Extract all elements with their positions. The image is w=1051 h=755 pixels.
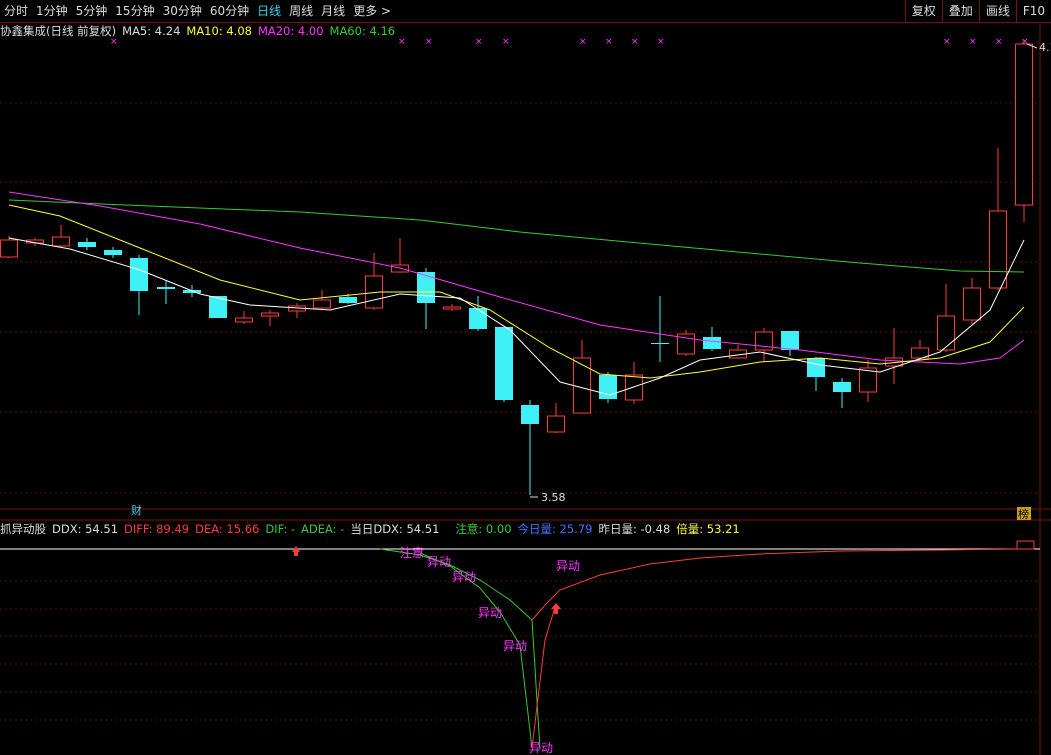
candle-body-up [573, 357, 591, 414]
candle-body-up [261, 312, 279, 317]
candle-body-down [157, 287, 175, 289]
indicator-legend: 抓异动股 DDX: 54.51 DIFF: 89.49 DEA: 15.66 D… [0, 521, 740, 537]
candle-body-up [52, 236, 70, 247]
candle-body-up [443, 306, 461, 310]
candle-body-down [469, 308, 487, 329]
signal-x-marker: × [657, 37, 665, 47]
candle-body-down [521, 405, 539, 424]
candle-body-down [703, 337, 721, 349]
anomaly-label: 异动 [478, 606, 502, 620]
candle-body-up [1015, 43, 1033, 206]
ma60-value: MA60: 4.16 [329, 24, 396, 38]
anomaly-label: 异动 [529, 741, 553, 755]
candle-body-up [235, 317, 253, 323]
ma5-value: MA5: 4.24 [122, 24, 181, 38]
cai-marker: 财 [131, 503, 142, 517]
up-arrow-icon [292, 546, 300, 556]
candle-body-up [547, 415, 565, 433]
signal-x-marker: × [475, 37, 483, 47]
candle-body-down [78, 242, 96, 247]
anomaly-label: 异动 [556, 559, 580, 573]
yesterday-volume-value: 昨日量: -0.48 [598, 522, 671, 536]
signal-x-marker: × [605, 37, 613, 47]
ma20-value: MA20: 4.00 [257, 24, 324, 38]
anomaly-label: 异动 [427, 555, 451, 569]
ma10-line [8, 204, 1025, 379]
high-price-label: 4.1 [1039, 41, 1051, 54]
signal-x-marker: × [1021, 37, 1029, 47]
signal-x-marker: × [398, 37, 406, 47]
candle-body-up [989, 210, 1007, 289]
candle-body-down [781, 331, 799, 350]
candle-body-down [807, 358, 825, 377]
anomaly-label: 异动 [452, 570, 476, 584]
candle-body-down [495, 327, 513, 400]
signal-x-marker: × [631, 37, 639, 47]
candle-body-down [833, 382, 851, 392]
ma60-line [8, 199, 1025, 273]
candle-body-down [130, 258, 148, 291]
stock-title: 协鑫集成(日线 前复权) [0, 24, 117, 38]
attention-value: 注意: 0.00 [455, 522, 512, 536]
signal-x-marker: × [995, 37, 1003, 47]
signal-x-marker: × [943, 37, 951, 47]
candle-body-up [963, 287, 981, 321]
anomaly-label: 异动 [503, 639, 527, 653]
adea-value: ADEA: - [301, 522, 345, 536]
attention-label: 注意 [400, 545, 424, 560]
diff-value: DIFF: 89.49 [124, 522, 190, 536]
dif-value: DIF: - [265, 522, 295, 536]
candle-body-up [625, 374, 643, 401]
candle-body-up [937, 315, 955, 351]
low-price-label: 3.58 [541, 491, 566, 504]
signal-x-marker: × [969, 37, 977, 47]
price-legend: 协鑫集成(日线 前复权) MA5: 4.24 MA10: 4.08 MA20: … [0, 23, 395, 39]
indicator-name[interactable]: 抓异动股 [0, 521, 46, 537]
ddx-value: DDX: 54.51 [52, 522, 119, 536]
signal-x-marker: × [502, 37, 510, 47]
today-volume-value: 今日量: 25.79 [517, 522, 593, 536]
day-ddx-value: 当日DDX: 54.51 [350, 522, 440, 536]
up-arrow-icon [551, 603, 561, 614]
signal-x-marker: × [579, 37, 587, 47]
candle-body-down [339, 297, 357, 303]
ma10-value: MA10: 4.08 [186, 24, 252, 38]
candle-body-down [599, 375, 617, 399]
candle-body-up [313, 299, 331, 309]
bang-marker: 榜 [1018, 507, 1029, 521]
candle-body-down [651, 343, 669, 344]
dea-value: DEA: 15.66 [195, 522, 260, 536]
volume-bar [1016, 540, 1035, 550]
candle-body-up [0, 239, 18, 258]
signal-x-marker: × [425, 37, 433, 47]
candle-body-down [104, 250, 122, 255]
kline-chart[interactable]: ×××××××××××××3.584.1财榜注意异动异动异动异动异动异动 [0, 0, 1051, 755]
candle-body-down [417, 272, 435, 303]
ratio-value: 倍量: 53.21 [676, 522, 740, 536]
